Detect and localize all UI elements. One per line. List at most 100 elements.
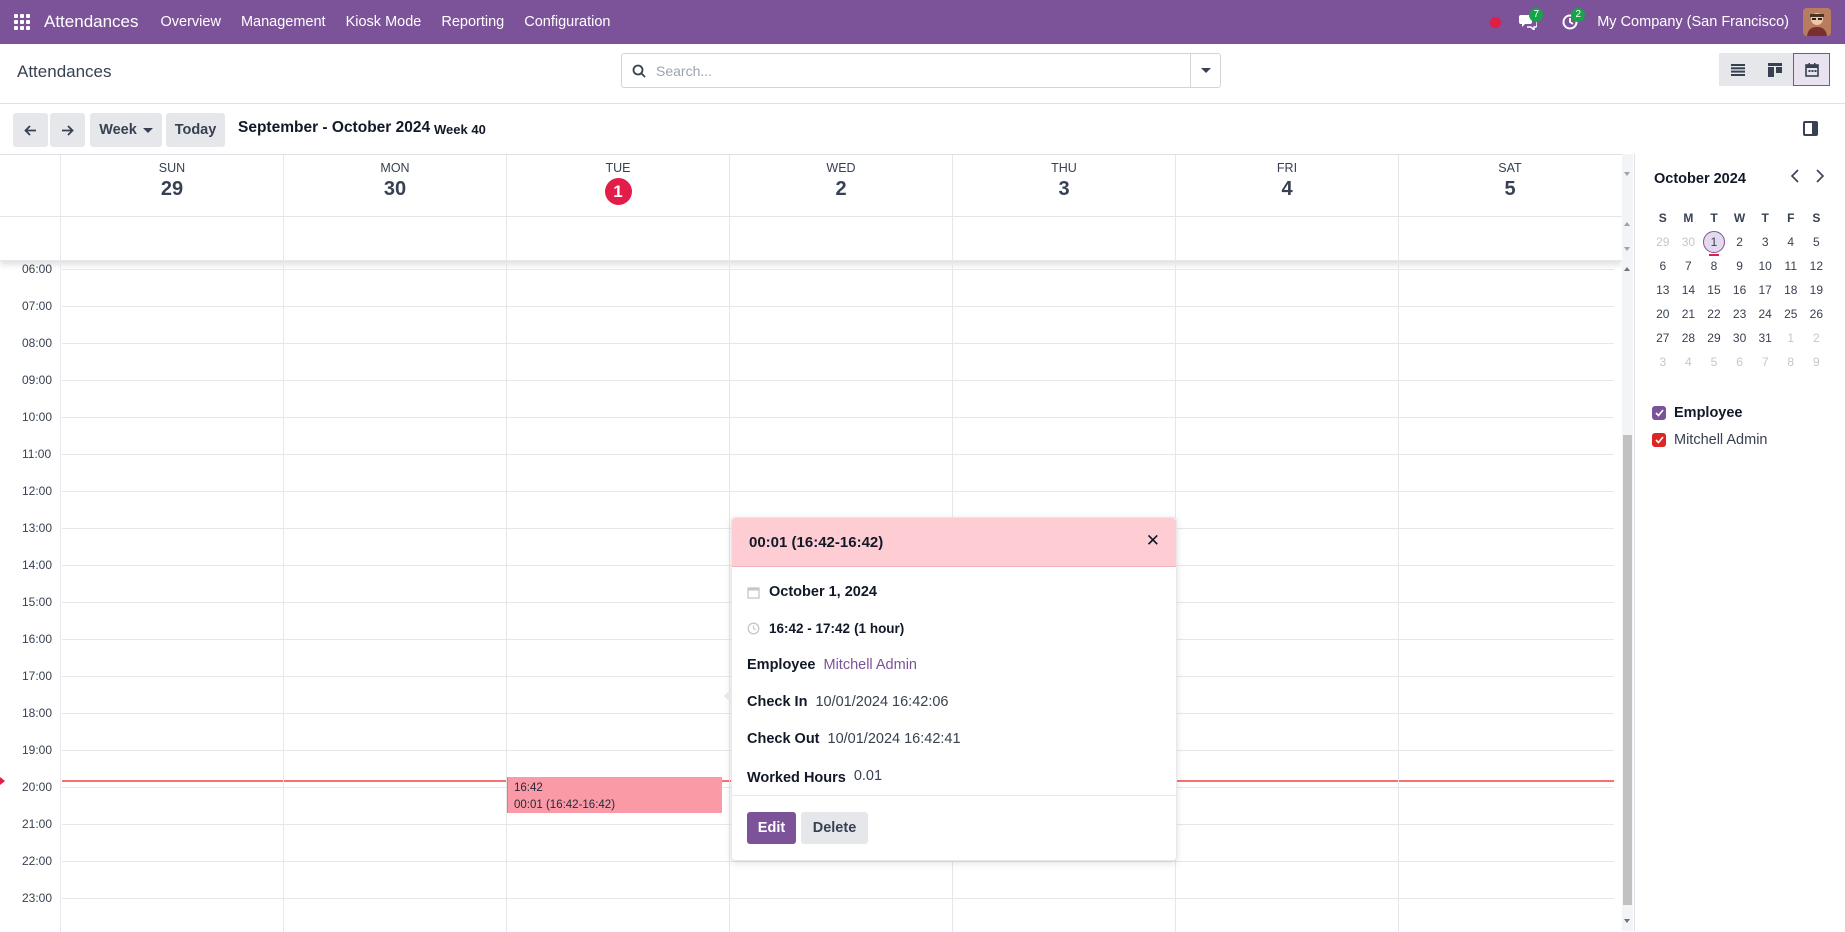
mini-day[interactable]: 13 (1650, 283, 1676, 297)
mini-day[interactable]: 17 (1752, 283, 1778, 297)
day-header-mon[interactable]: MON 30 (283, 155, 506, 217)
menu-item-configuration[interactable]: Configuration (514, 0, 620, 44)
attendance-event[interactable]: 16:42 00:01 (16:42-16:42) (507, 777, 722, 813)
search-options-toggle[interactable] (1190, 54, 1220, 87)
mini-day[interactable]: 2 (1727, 235, 1753, 249)
calendar-scrollbar[interactable] (1622, 154, 1633, 931)
mini-day[interactable]: 7 (1676, 259, 1702, 273)
mini-day[interactable]: 4 (1676, 355, 1702, 369)
mini-day[interactable]: 14 (1676, 283, 1702, 297)
calendar-view-button[interactable] (1793, 53, 1830, 86)
mini-day[interactable]: 22 (1701, 307, 1727, 321)
mini-day[interactable]: 24 (1752, 307, 1778, 321)
mini-day[interactable]: 29 (1701, 331, 1727, 345)
checkbox-checked-icon[interactable] (1652, 406, 1666, 420)
all-day-cell[interactable] (729, 217, 952, 261)
all-day-cell[interactable] (506, 217, 729, 261)
mini-day[interactable]: 2 (1804, 331, 1830, 345)
company-switcher[interactable]: My Company (San Francisco) (1597, 14, 1789, 30)
scroll-up-icon[interactable] (1624, 267, 1630, 271)
checkbox-checked-icon[interactable] (1652, 433, 1666, 447)
all-day-cell[interactable] (1175, 217, 1398, 261)
next-button[interactable] (50, 113, 85, 147)
mini-day[interactable]: 6 (1727, 355, 1753, 369)
mini-day[interactable]: 1 (1778, 331, 1804, 345)
mini-day[interactable]: 9 (1727, 259, 1753, 273)
hour-row[interactable] (62, 898, 1614, 899)
mini-day[interactable]: 29 (1650, 235, 1676, 249)
day-header-sun[interactable]: SUN 29 (60, 155, 283, 217)
mini-day[interactable]: 20 (1650, 307, 1676, 321)
employee-link[interactable]: Mitchell Admin (824, 657, 917, 673)
mini-day[interactable]: 12 (1804, 259, 1830, 273)
mini-day[interactable]: 8 (1778, 355, 1804, 369)
mini-day[interactable]: 11 (1778, 259, 1804, 273)
mini-day[interactable]: 15 (1701, 283, 1727, 297)
scroll-up-icon[interactable] (1624, 222, 1630, 226)
day-header-fri[interactable]: FRI 4 (1175, 155, 1398, 217)
apps-menu-icon[interactable] (0, 0, 44, 44)
mini-day[interactable]: 25 (1778, 307, 1804, 321)
messaging-button[interactable]: 7 (1513, 7, 1544, 37)
mini-day[interactable]: 16 (1727, 283, 1753, 297)
scroll-down-icon[interactable] (1624, 172, 1630, 176)
filter-employee-header[interactable]: Employee (1652, 405, 1743, 421)
hour-row[interactable] (62, 491, 1614, 492)
hour-row[interactable] (62, 269, 1614, 270)
search-input[interactable] (656, 62, 1190, 79)
mini-day[interactable]: 30 (1676, 235, 1702, 249)
mini-day[interactable]: 28 (1676, 331, 1702, 345)
previous-button[interactable] (13, 113, 48, 147)
mini-day-today[interactable]: 1 (1701, 231, 1727, 256)
recording-dot-icon[interactable] (1490, 16, 1502, 28)
mini-day[interactable]: 30 (1727, 331, 1753, 345)
mini-day[interactable]: 10 (1752, 259, 1778, 273)
menu-item-management[interactable]: Management (231, 0, 336, 44)
sidebar-toggle-icon[interactable] (1803, 121, 1818, 136)
close-icon[interactable]: ✕ (1146, 531, 1160, 551)
hour-row[interactable] (62, 417, 1614, 418)
hour-row[interactable] (62, 380, 1614, 381)
mini-day[interactable]: 6 (1650, 259, 1676, 273)
mini-day[interactable]: 26 (1804, 307, 1830, 321)
mini-day[interactable]: 18 (1778, 283, 1804, 297)
scale-dropdown[interactable]: Week (90, 113, 162, 147)
mini-day[interactable]: 9 (1804, 355, 1830, 369)
day-header-sat[interactable]: SAT 5 (1398, 155, 1621, 217)
filter-item-mitchell-admin[interactable]: Mitchell Admin (1652, 432, 1767, 448)
mini-day[interactable]: 23 (1727, 307, 1753, 321)
all-day-cell[interactable] (60, 217, 283, 261)
all-day-cell[interactable] (283, 217, 506, 261)
scroll-down-icon[interactable] (1624, 247, 1630, 251)
hour-row[interactable] (62, 343, 1614, 344)
scroll-thumb[interactable] (1623, 435, 1632, 905)
mini-day[interactable]: 3 (1752, 235, 1778, 249)
all-day-cell[interactable] (1398, 217, 1621, 261)
app-brand[interactable]: Attendances (44, 12, 139, 32)
today-button[interactable]: Today (166, 113, 225, 147)
kanban-view-button[interactable] (1756, 53, 1793, 86)
day-header-wed[interactable]: WED 2 (729, 155, 952, 217)
mini-day[interactable]: 4 (1778, 235, 1804, 249)
edit-button[interactable]: Edit (747, 812, 796, 844)
mini-day[interactable]: 7 (1752, 355, 1778, 369)
mini-day[interactable]: 31 (1752, 331, 1778, 345)
menu-item-kiosk-mode[interactable]: Kiosk Mode (336, 0, 432, 44)
hour-row[interactable] (62, 454, 1614, 455)
all-day-cell[interactable] (952, 217, 1175, 261)
day-header-thu[interactable]: THU 3 (952, 155, 1175, 217)
activities-button[interactable]: 2 (1555, 7, 1586, 37)
hour-row[interactable] (62, 861, 1614, 862)
delete-button[interactable]: Delete (801, 812, 868, 844)
mini-day[interactable]: 8 (1701, 259, 1727, 273)
scroll-down-icon[interactable] (1624, 919, 1630, 923)
hour-row[interactable] (62, 306, 1614, 307)
previous-month-icon[interactable] (1790, 169, 1800, 188)
mini-day[interactable]: 5 (1804, 235, 1830, 249)
mini-day[interactable]: 21 (1676, 307, 1702, 321)
menu-item-reporting[interactable]: Reporting (431, 0, 514, 44)
day-header-tue[interactable]: TUE 1 (506, 155, 729, 217)
user-avatar[interactable] (1803, 8, 1831, 36)
mini-day[interactable]: 27 (1650, 331, 1676, 345)
next-month-icon[interactable] (1815, 169, 1825, 188)
